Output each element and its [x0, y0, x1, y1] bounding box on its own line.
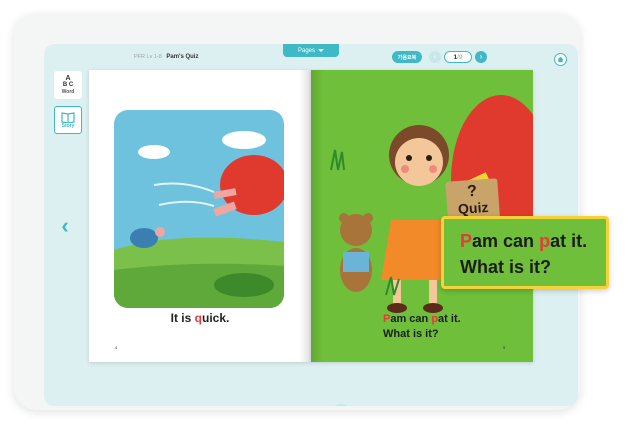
right-caption-line1: Pam can pat it.: [383, 312, 461, 327]
story-mode-button[interactable]: Story: [54, 106, 82, 134]
left-page-number: 4: [115, 345, 118, 350]
next-page-button[interactable]: ›: [475, 51, 487, 63]
zoom-mid: am can: [472, 231, 540, 251]
right-caption-end: at it.: [438, 313, 461, 325]
left-caption-pre: It is: [170, 311, 195, 325]
word-mode-button[interactable]: A B C Word: [54, 71, 82, 99]
caret-down-icon: [318, 49, 324, 52]
abc-icon-a: A: [65, 75, 71, 82]
book-gutter: [299, 70, 323, 362]
sentence-zoom-popup: Pam can pat it. What is it?: [441, 216, 609, 289]
right-caption: Pam can pat it. What is it?: [383, 312, 461, 342]
quiz-sign-word: Quiz: [457, 198, 489, 218]
chevron-right-icon: ›: [479, 52, 483, 61]
page-indicator: 1 /9: [444, 51, 472, 63]
book-icon: [61, 111, 75, 123]
right-caption-line2: What is it?: [383, 328, 439, 340]
abc-icon: A B C: [63, 75, 73, 89]
chevron-left-icon: ‹: [61, 213, 69, 238]
page-total: /9: [457, 53, 463, 61]
book-title-bar: PFR Lv 1-8 Pam's Quiz: [134, 54, 198, 60]
word-mode-label: Word: [61, 89, 75, 95]
prev-spread-button[interactable]: ‹: [58, 213, 72, 238]
left-caption-post: uick.: [202, 311, 230, 325]
left-caption: It is quick.: [89, 311, 311, 325]
book-title: Pam's Quiz: [166, 54, 199, 60]
story-mode-label: Story: [61, 122, 75, 129]
zoom-p1: P: [460, 231, 473, 251]
tablet-frame: Pages PFR Lv 1-8 Pam's Quiz 가음요북 ‹ 1 /9 …: [14, 14, 580, 410]
zoom-p2: p: [539, 231, 551, 251]
audio-book-button[interactable]: 가음요북: [392, 51, 422, 63]
pages-dropdown[interactable]: Pages: [283, 44, 339, 57]
right-page-number: 5: [503, 345, 506, 350]
zoom-end: at it.: [550, 231, 588, 251]
record-button[interactable]: [330, 404, 352, 406]
left-caption-highlight: q: [194, 311, 202, 325]
home-icon: [557, 56, 564, 63]
zoom-line2: What is it?: [460, 257, 551, 277]
left-page: It is quick. 4: [89, 70, 311, 362]
right-caption-mid: am can: [390, 313, 432, 325]
prev-page-button[interactable]: ‹: [429, 51, 441, 63]
chevron-left-icon: ‹: [433, 52, 437, 61]
pages-dropdown-label: Pages: [297, 47, 315, 54]
zoom-line1: Pam can pat it.: [460, 228, 606, 254]
book-level: PFR Lv 1-8: [134, 54, 162, 60]
home-button[interactable]: [554, 53, 567, 66]
abc-icon-bc: B C: [62, 82, 74, 88]
left-illustration: [114, 110, 284, 308]
